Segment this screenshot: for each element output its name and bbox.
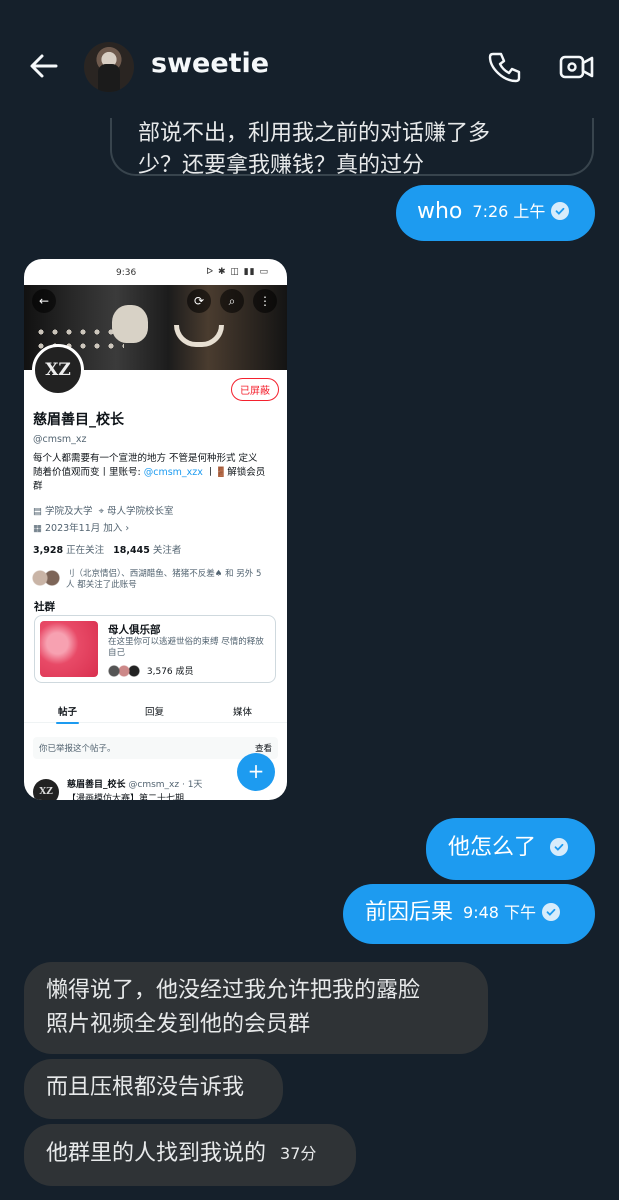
- compose-plus-icon: +: [237, 753, 275, 791]
- phone-call-icon[interactable]: [486, 49, 522, 85]
- calendar-icon: ▦: [33, 523, 45, 534]
- status-bar: 9:36 ᐅ ✱ ◫ ▮▮ ▭: [24, 259, 287, 285]
- post-avatar: XZ: [33, 779, 59, 800]
- message-incoming-reply-2[interactable]: 而且压根都没告诉我: [24, 1059, 283, 1119]
- bio-text: 丨🚪解锁会员: [202, 467, 266, 478]
- community-thumbnail: [40, 621, 98, 677]
- bio-line: 随着价值观而变丨里账号: @cmsm_xzx 丨🚪解锁会员: [33, 466, 281, 480]
- mutual-line: 人 都关注了此账号: [66, 580, 137, 590]
- location-icon: ⌖: [98, 506, 107, 517]
- profile-avatar: XZ: [32, 344, 84, 396]
- message-time: 37分: [280, 1144, 317, 1163]
- message-incoming-reply-1[interactable]: 懒得说了，他没经过我允许把我的露脸 照片视频全发到他的会员群: [24, 962, 488, 1054]
- post-text: 【漫画模仿大赛】第二十七期: [67, 794, 185, 800]
- contact-name[interactable]: sweetie: [151, 48, 269, 79]
- read-check-icon: [542, 903, 561, 921]
- profile-name: 慈眉善目_校长: [33, 412, 124, 428]
- shared-screenshot-image[interactable]: 9:36 ᐅ ✱ ◫ ▮▮ ▭ ← ⟳ ⌕ ⋮ XZ 已屏蔽 慈眉善目_校长 @…: [24, 259, 287, 800]
- blocked-badge: 已屏蔽: [231, 378, 279, 401]
- message-text: 而且压根都没告诉我: [46, 1075, 245, 1100]
- followers-label: 关注者: [152, 545, 182, 556]
- back-arrow-icon[interactable]: [26, 48, 62, 84]
- video-call-icon[interactable]: [558, 49, 596, 85]
- profile-location: 母人学院校长室: [106, 506, 174, 517]
- message-outgoing-cause-effect[interactable]: 前因后果 9:48 下午: [343, 884, 595, 944]
- message-time: 7:26 上午: [472, 202, 546, 221]
- refresh-icon: ⟳: [187, 289, 211, 313]
- following-count: 3,928: [33, 545, 64, 556]
- profile-handle: @cmsm_xz: [33, 434, 87, 445]
- tab-media: 媒体: [233, 707, 253, 718]
- profile-bio: 每个人都需要有一个宣泄的地方 不管是何种形式 定义 随着价值观而变丨里账号: @…: [33, 452, 281, 494]
- follow-stats: 3,928 正在关注 18,445 关注者: [33, 542, 181, 556]
- briefcase-icon: ▤: [33, 506, 45, 517]
- post-meta: @cmsm_xz · 1天: [128, 780, 203, 790]
- message-time: 9:48 下午: [463, 903, 537, 922]
- post-author: 慈眉善目_校长: [67, 780, 126, 790]
- message-outgoing-what-happened[interactable]: 他怎么了: [426, 818, 595, 880]
- bio-link: @cmsm_xzx: [143, 467, 203, 478]
- community-title: 母人俱乐部: [108, 624, 161, 636]
- contact-avatar[interactable]: [84, 42, 134, 92]
- chat-header: sweetie: [0, 0, 619, 118]
- tab-replies: 回复: [145, 707, 165, 718]
- message-text: who: [417, 199, 463, 224]
- message-text: 他群里的人找到我说的: [46, 1141, 267, 1166]
- profile-meta: ▤ 学院及大学 ⌖ 母人学院校长室 ▦ 2023年11月 加入 ›: [33, 506, 174, 534]
- message-text: 他怎么了: [448, 835, 537, 860]
- status-icons: ᐅ ✱ ◫ ▮▮ ▭: [206, 267, 269, 277]
- following-label: 正在关注: [66, 545, 105, 556]
- message-line: 懒得说了，他没经过我允许把我的露脸: [46, 978, 421, 1003]
- quoted-line-2: 少？还要拿我赚钱？真的过分: [138, 153, 425, 176]
- status-time: 9:36: [116, 268, 137, 278]
- profile-category: 学院及大学: [45, 506, 93, 517]
- profile-joined: 2023年11月 加入: [45, 523, 123, 534]
- bio-line: 每个人都需要有一个宣泄的地方 不管是何种形式 定义: [33, 453, 258, 464]
- bio-line: 群: [33, 481, 43, 492]
- community-members: 3,576 成员: [108, 664, 194, 678]
- search-icon: ⌕: [220, 289, 244, 313]
- message-outgoing-who[interactable]: who 7:26 上午: [396, 185, 595, 241]
- report-notice: 你已举报这个帖子。 查看: [33, 737, 278, 759]
- profile-tabs: 帖子 回复 媒体: [24, 701, 287, 724]
- community-label: 社群: [34, 601, 55, 613]
- mutual-avatars: [32, 570, 62, 586]
- message-incoming-reply-3[interactable]: 他群里的人找到我说的 37分: [24, 1124, 356, 1186]
- tab-posts: 帖子: [55, 704, 80, 724]
- message-line: 照片视频全发到他的会员群: [46, 1012, 311, 1037]
- read-check-icon: [550, 838, 569, 856]
- quoted-line-1: 部说不出，利用我之前的对话赚了多: [138, 121, 491, 146]
- followers-count: 18,445: [113, 545, 150, 556]
- mutual-followers: 刂（北京情侣）、西湖醋鱼、猪猪不反差♠ 和 另外 5 人 都关注了此账号: [32, 569, 282, 591]
- member-avatars: [108, 665, 144, 678]
- community-description: 在这里你可以逃避世俗的束缚 尽情的释放自己: [108, 637, 264, 658]
- community-card: 母人俱乐部 在这里你可以逃避世俗的束缚 尽情的释放自己 3,576 成员: [34, 615, 276, 683]
- more-icon: ⋮: [253, 289, 277, 313]
- mutual-line: 刂（北京情侣）、西湖醋鱼、猪猪不反差♠ 和 另外 5: [66, 569, 262, 579]
- member-count: 3,576 成员: [146, 667, 194, 677]
- bio-text: 随着价值观而变丨里账号:: [33, 467, 144, 478]
- read-check-icon: [551, 202, 570, 220]
- message-text: 前因后果: [365, 900, 454, 925]
- report-text: 你已举报这个帖子。: [39, 744, 116, 754]
- back-arrow-icon: ←: [32, 289, 56, 313]
